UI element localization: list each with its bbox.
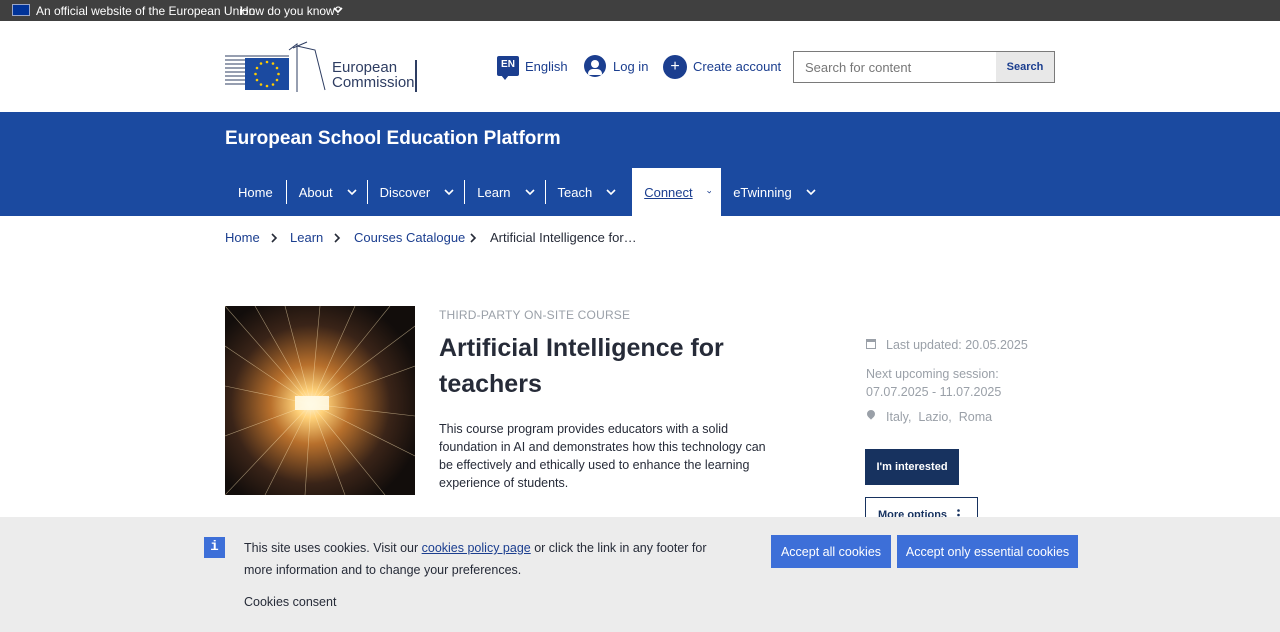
breadcrumb-home[interactable]: Home bbox=[225, 230, 260, 245]
site-title[interactable]: European School Education Platform bbox=[225, 128, 561, 150]
nav-label: Connect bbox=[644, 184, 693, 200]
nav-item-home[interactable]: Home bbox=[225, 168, 286, 216]
login-link[interactable]: Log in bbox=[613, 59, 648, 74]
breadcrumb-learn[interactable]: Learn bbox=[290, 230, 323, 245]
course-image bbox=[225, 306, 415, 495]
cookies-policy-link[interactable]: cookies policy page bbox=[422, 541, 531, 555]
nav-label: About bbox=[298, 184, 333, 200]
search-button[interactable]: Search bbox=[996, 51, 1055, 83]
last-updated-text: Last updated: 20.05.2025 bbox=[886, 338, 1028, 352]
eu-official-bar: An official website of the European Unio… bbox=[0, 0, 1280, 21]
logo-line-1: European bbox=[332, 59, 398, 76]
chevron-right-icon bbox=[470, 233, 477, 243]
breadcrumb-courses-catalogue[interactable]: Courses Catalogue bbox=[354, 230, 465, 245]
nav-item-about[interactable]: About bbox=[287, 168, 367, 216]
course-type-label: THIRD-PARTY ON-SITE COURSE bbox=[439, 308, 631, 322]
next-session-dates: 07.07.2025 - 11.07.2025 bbox=[866, 385, 1002, 399]
nav-label: eTwinning bbox=[733, 184, 792, 200]
eu-flag-icon bbox=[12, 4, 30, 16]
page-title: Artificial Intelligence for teachers bbox=[439, 334, 724, 398]
course-description: This course program provides educators w… bbox=[439, 422, 766, 490]
chevron-down-icon[interactable] bbox=[332, 4, 344, 16]
main-navigation: Home About Discover Learn Teach Connect … bbox=[225, 168, 826, 216]
nav-label: Home bbox=[238, 184, 273, 200]
info-icon: i bbox=[204, 537, 225, 558]
cookie-message: This site uses cookies. Visit our cookie… bbox=[244, 537, 714, 581]
interested-button[interactable]: I'm interested bbox=[865, 449, 959, 485]
nav-label: Learn bbox=[477, 184, 511, 200]
cookies-consent-label: Cookies consent bbox=[244, 595, 337, 609]
chevron-down-icon[interactable] bbox=[606, 187, 616, 197]
accept-essential-cookies-button[interactable]: Accept only essential cookies bbox=[897, 535, 1078, 568]
how-do-you-know-link[interactable]: How do you know? bbox=[240, 4, 341, 18]
language-icon[interactable]: EN bbox=[497, 56, 519, 80]
chevron-down-icon[interactable] bbox=[706, 187, 712, 197]
breadcrumb-current: Artificial Intelligence for… bbox=[490, 230, 637, 245]
plus-icon[interactable]: + bbox=[663, 55, 687, 79]
create-account-link[interactable]: Create account bbox=[693, 59, 781, 74]
cookie-text-before: This site uses cookies. Visit our bbox=[244, 541, 422, 555]
search-input[interactable] bbox=[793, 51, 996, 83]
nav-label: Discover bbox=[379, 184, 431, 200]
official-website-text: An official website of the European Unio… bbox=[36, 4, 256, 18]
location-pin-icon bbox=[865, 408, 877, 420]
user-icon[interactable] bbox=[584, 55, 606, 77]
logo-text: European Commission bbox=[332, 60, 415, 90]
nav-item-teach[interactable]: Teach bbox=[546, 168, 627, 216]
chevron-down-icon[interactable] bbox=[444, 187, 454, 197]
logo-divider bbox=[415, 60, 417, 92]
language-selector[interactable]: English bbox=[525, 59, 568, 74]
next-session-info: Next upcoming session: 07.07.2025 - 11.0… bbox=[866, 365, 1036, 401]
next-session-label: Next upcoming session: bbox=[866, 367, 999, 381]
nav-label: Teach bbox=[557, 184, 593, 200]
nav-item-discover[interactable]: Discover bbox=[368, 168, 465, 216]
calendar-icon bbox=[866, 339, 876, 349]
nav-item-connect[interactable]: Connect bbox=[632, 168, 722, 216]
chevron-down-icon[interactable] bbox=[806, 187, 816, 197]
chevron-down-icon[interactable] bbox=[347, 187, 357, 197]
location-text: Italy, Lazio, Roma bbox=[886, 410, 993, 424]
nav-item-learn[interactable]: Learn bbox=[465, 168, 544, 216]
chevron-down-icon[interactable] bbox=[524, 187, 535, 197]
chevron-right-icon bbox=[271, 233, 278, 243]
logo-line-2: Commission bbox=[332, 74, 415, 91]
nav-item-etwinning[interactable]: eTwinning bbox=[721, 168, 826, 216]
accept-all-cookies-button[interactable]: Accept all cookies bbox=[771, 535, 891, 568]
chevron-right-icon bbox=[334, 233, 341, 243]
